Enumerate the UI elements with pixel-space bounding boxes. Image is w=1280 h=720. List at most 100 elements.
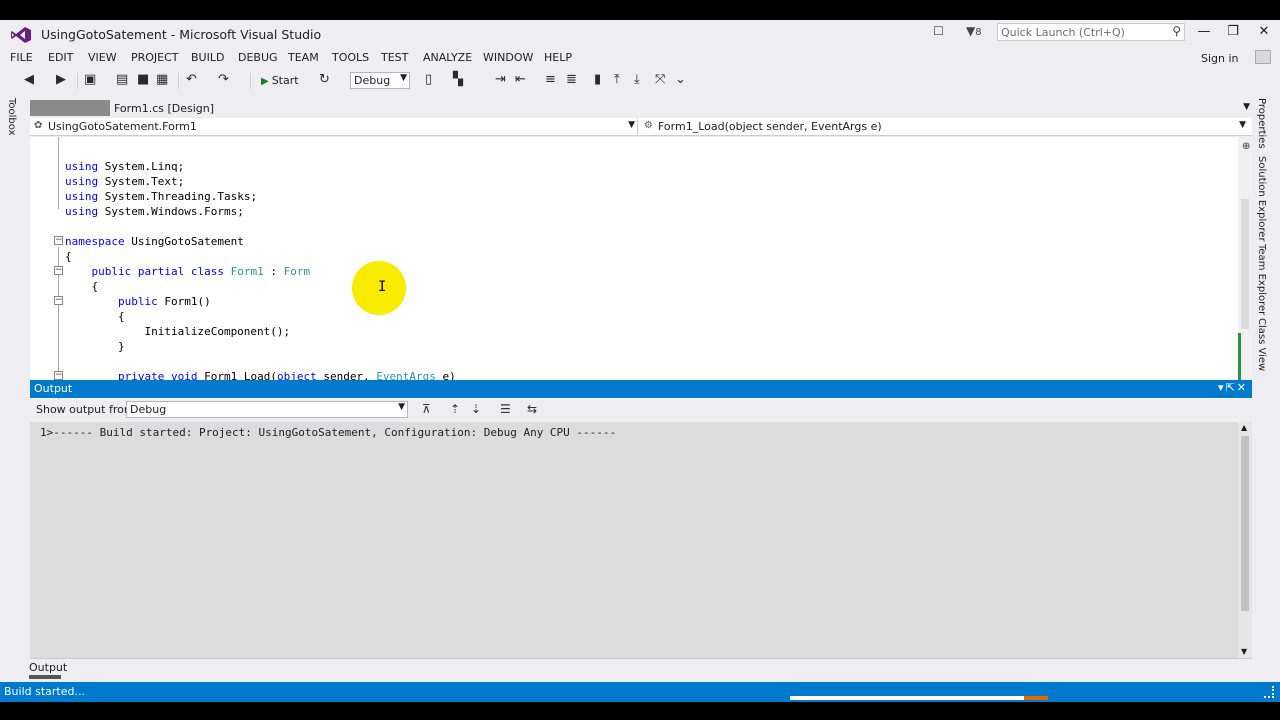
menu-team[interactable]: TEAM: [288, 51, 319, 64]
toolbar-separator: [77, 73, 78, 89]
feedback-icon[interactable]: ☐: [933, 24, 944, 38]
quick-launch-input[interactable]: Quick Launch (Ctrl+Q) ⚲: [997, 23, 1185, 41]
menu-test[interactable]: TEST: [381, 51, 408, 64]
solution-configuration-select[interactable]: Debug ▼: [350, 72, 410, 89]
indent-icon[interactable]: ⇥: [495, 72, 506, 87]
status-text: Build started...: [4, 685, 85, 698]
menu-bar: FILE EDIT VIEW PROJECT BUILD DEBUG TEAM …: [0, 49, 1280, 65]
outline-guide: [58, 137, 59, 209]
outdent-icon[interactable]: ⇤: [515, 72, 526, 87]
clear-all-icon[interactable]: ☰: [500, 402, 511, 416]
notifications-flag-icon[interactable]: ▼8: [966, 24, 982, 38]
close-button[interactable]: ✕: [1254, 24, 1274, 39]
start-debugging-button[interactable]: ▶ Start: [257, 71, 315, 91]
scrollbar-thumb[interactable]: [1241, 199, 1249, 329]
uncomment-lines-icon[interactable]: ≣: [566, 72, 577, 87]
code-line: public Form1(): [117, 295, 211, 308]
previous-message-icon[interactable]: ⇡: [450, 402, 460, 416]
tab-class-view[interactable]: Class View: [1256, 318, 1267, 371]
redo-icon[interactable]: ↷: [218, 72, 229, 87]
code-editor[interactable]: − − − − using System.Linq; using System.…: [30, 137, 1252, 399]
toolbox-tab[interactable]: Toolbox: [6, 98, 20, 138]
menu-file[interactable]: FILE: [10, 51, 33, 64]
find-in-files-icon[interactable]: ▯: [425, 72, 432, 87]
code-navigation-bar: ✿ UsingGotoSatement.Form1 ▼ ⚙ Form1_Load…: [30, 118, 1252, 136]
menu-view[interactable]: VIEW: [88, 51, 117, 64]
clear-bookmarks-icon[interactable]: ⤧: [655, 72, 665, 87]
scrollbar-thumb[interactable]: [1241, 436, 1249, 611]
resize-grip-icon[interactable]: [1264, 686, 1274, 698]
pin-icon[interactable]: ⇱: [1226, 381, 1237, 394]
output-vertical-scrollbar[interactable]: ▲ ▼: [1238, 422, 1252, 658]
chevron-down-icon: ▼: [398, 402, 405, 412]
tab-properties[interactable]: Properties: [1256, 98, 1267, 149]
tab-active-document[interactable]: [30, 100, 110, 116]
new-project-icon[interactable]: ▣: [84, 72, 96, 87]
restore-button[interactable]: ❐: [1223, 24, 1243, 39]
panel-actions: ▾⇱✕: [1218, 381, 1248, 394]
menu-tools[interactable]: TOOLS: [332, 51, 369, 64]
menu-window[interactable]: WINDOW: [483, 51, 533, 64]
toolbox-label: Toolbox: [6, 98, 17, 136]
output-text-area[interactable]: 1>------ Build started: Project: UsingGo…: [30, 422, 1252, 658]
find-message-icon[interactable]: ⊼: [422, 402, 431, 416]
menu-debug[interactable]: DEBUG: [238, 51, 278, 64]
toolbar-separator: [178, 73, 179, 89]
next-bookmark-icon[interactable]: ⤓: [634, 72, 640, 87]
undo-icon[interactable]: ↶: [186, 72, 197, 87]
minimize-button[interactable]: —: [1194, 24, 1214, 39]
scroll-up-icon[interactable]: ▲: [1241, 423, 1247, 432]
collapse-constructor-icon[interactable]: −: [54, 296, 63, 305]
menu-help[interactable]: HELP: [544, 51, 572, 64]
tab-output[interactable]: Output: [29, 661, 67, 674]
output-panel-title: Output: [34, 382, 73, 395]
comment-lines-icon[interactable]: ≡: [545, 72, 556, 87]
word-wrap-icon[interactable]: ⇆: [527, 402, 537, 416]
panel-dropdown-icon[interactable]: ▾: [1218, 381, 1226, 394]
save-all-icon[interactable]: ▦: [156, 72, 168, 87]
refresh-icon[interactable]: ↻: [319, 72, 330, 87]
bottom-tab-strip: [30, 658, 1252, 676]
menu-analyze[interactable]: ANALYZE: [423, 51, 472, 64]
member-dropdown[interactable]: ⚙ Form1_Load(object sender, EventArgs e)…: [642, 119, 1248, 135]
code-line: using System.Threading.Tasks;: [65, 190, 258, 203]
navigate-back-icon[interactable]: ◀: [24, 72, 34, 87]
code-line: namespace UsingGotoSatement: [65, 235, 244, 248]
comment-icon[interactable]: ▚: [453, 72, 463, 87]
close-panel-icon[interactable]: ✕: [1237, 381, 1248, 394]
sign-in-link[interactable]: Sign in: [1201, 52, 1239, 65]
previous-bookmark-icon[interactable]: ⤒: [614, 72, 620, 87]
tab-team-explorer[interactable]: Team Explorer: [1256, 244, 1267, 315]
tab-form1-design[interactable]: Form1.cs [Design]: [114, 102, 214, 115]
class-dropdown[interactable]: ✿ UsingGotoSatement.Form1 ▼: [32, 119, 638, 135]
next-message-icon[interactable]: ⇣: [471, 402, 481, 416]
collapse-method-icon[interactable]: −: [54, 371, 63, 380]
save-icon[interactable]: ■: [137, 72, 149, 87]
open-file-icon[interactable]: ▤: [116, 72, 128, 87]
code-line: {: [65, 280, 99, 293]
output-source-select[interactable]: Debug ▼: [126, 401, 408, 418]
toolbar-options-icon[interactable]: ⌄: [675, 72, 686, 87]
code-line: using System.Linq;: [65, 160, 185, 173]
bookmark-icon[interactable]: ▮: [594, 72, 601, 87]
window-title: UsingGotoSatement - Microsoft Visual Stu…: [41, 27, 322, 42]
document-tab-strip: Form1.cs [Design] ▼: [30, 100, 1252, 116]
search-icon: ⚲: [1172, 24, 1181, 38]
account-icon[interactable]: [1255, 50, 1271, 64]
scroll-down-icon[interactable]: ▼: [1241, 647, 1247, 656]
output-panel-title-bar[interactable]: Output ▾⇱✕: [30, 380, 1252, 398]
collapse-namespace-icon[interactable]: −: [54, 236, 63, 245]
collapse-class-icon[interactable]: −: [54, 266, 63, 275]
menu-edit[interactable]: EDIT: [48, 51, 73, 64]
ibeam-cursor-icon: I: [378, 279, 387, 295]
menu-project[interactable]: PROJECT: [131, 51, 179, 64]
tab-solution-explorer[interactable]: Solution Explorer: [1256, 156, 1267, 242]
notification-count: 8: [975, 27, 982, 38]
code-line: }: [65, 340, 125, 353]
tab-dropdown-icon[interactable]: ▼: [1243, 102, 1250, 112]
visual-studio-window: UsingGotoSatement - Microsoft Visual Stu…: [0, 20, 1280, 702]
menu-build[interactable]: BUILD: [191, 51, 224, 64]
split-window-icon[interactable]: ⊕: [1242, 141, 1250, 152]
method-icon: ⚙: [644, 120, 653, 131]
navigate-forward-icon[interactable]: ▶: [56, 72, 66, 87]
